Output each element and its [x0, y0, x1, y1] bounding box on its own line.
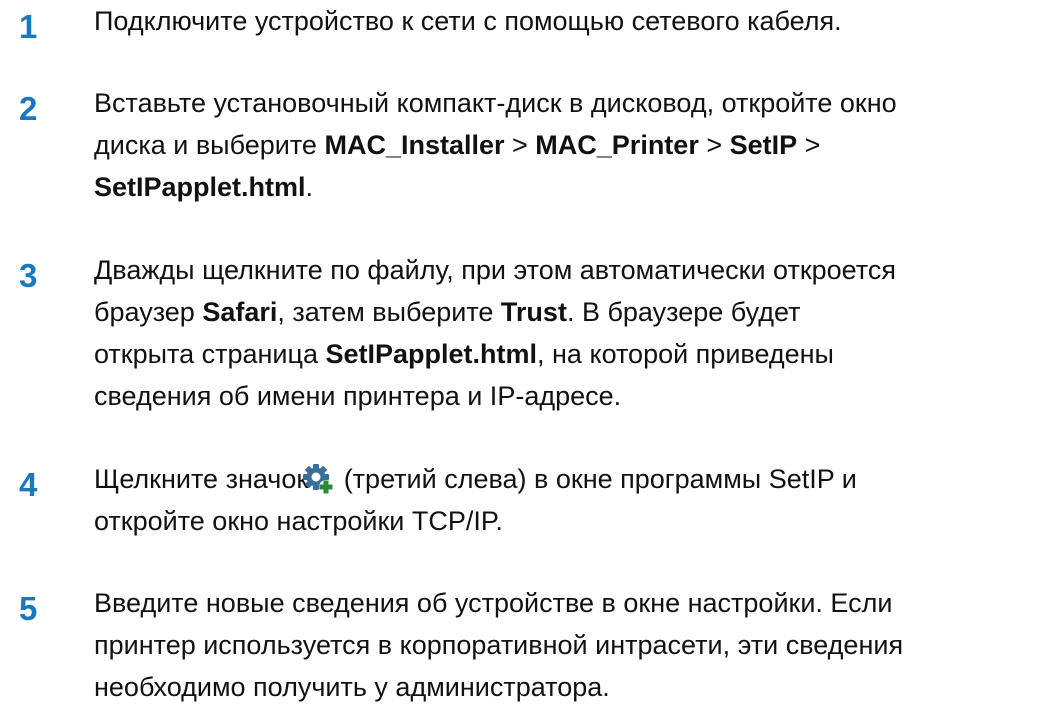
path-setip: SetIP [729, 130, 798, 160]
text-fragment: диска и выберите [94, 130, 325, 160]
path-separator: > [797, 130, 821, 160]
path-installer: MAC_Installer [324, 130, 505, 160]
step-text: Вставьте установочный компакт-диск в дис… [94, 82, 1052, 208]
path-printer: MAC_Printer [535, 130, 699, 160]
step-line: Щелкните значок (третий слева) в окне пр… [94, 458, 1052, 500]
path-separator: > [698, 130, 730, 160]
text-fragment: , затем выберите [277, 297, 501, 327]
step-number: 3 [19, 257, 38, 294]
applet-page-name: SetIPapplet.html [325, 339, 538, 369]
step-line: принтер используется в корпоративной инт… [94, 630, 904, 660]
text-fragment: , на которой приведены [537, 339, 834, 369]
browser-name: Safari [202, 297, 278, 327]
trust-option: Trust [500, 297, 567, 327]
text-fragment: открыта страница [94, 339, 326, 369]
step-number: 2 [19, 90, 38, 127]
step-number: 4 [19, 466, 38, 503]
step-text: Щелкните значок (третий слева) в окне пр… [94, 458, 1052, 542]
path-applet-file: SetIPapplet.html [94, 172, 306, 202]
step-line: браузер Safari, затем выберите Trust. В … [94, 291, 1052, 333]
text-fragment: . В браузере будет [566, 297, 801, 327]
step-line: Подключите устройство к сети с помощью с… [94, 6, 842, 36]
text-fragment: (третий слева) в окне программы SetIP и [336, 464, 857, 494]
step-line: Вставьте установочный компакт-диск в дис… [94, 88, 897, 118]
step-line: Дважды щелкните по файлу, при этом автом… [94, 255, 896, 285]
step-number: 5 [19, 590, 38, 627]
step-line: открыта страница SetIPapplet.html, на ко… [94, 333, 1052, 375]
step-line: SetIPapplet.html. [94, 166, 1052, 208]
step-text: Дважды щелкните по файлу, при этом автом… [94, 249, 1052, 417]
step-line: необходимо получить у администратора. [94, 672, 610, 702]
tcp-ip-settings-gear-icon [302, 463, 334, 495]
step-line: диска и выберите MAC_Installer > MAC_Pri… [94, 124, 1052, 166]
text-fragment: браузер [94, 297, 203, 327]
step-line: откройте окно настройки TCP/IP. [94, 506, 503, 536]
step-number: 1 [19, 8, 38, 45]
step-text: Подключите устройство к сети с помощью с… [94, 0, 1052, 42]
step-line: сведения об имени принтера и IP-адресе. [94, 381, 622, 411]
text-fragment: Щелкните значок [94, 464, 309, 494]
step-line: Введите новые сведения об устройстве в о… [94, 588, 893, 618]
text-fragment: . [305, 172, 314, 202]
path-separator: > [504, 130, 536, 160]
step-text: Введите новые сведения об устройстве в о… [94, 582, 1052, 708]
